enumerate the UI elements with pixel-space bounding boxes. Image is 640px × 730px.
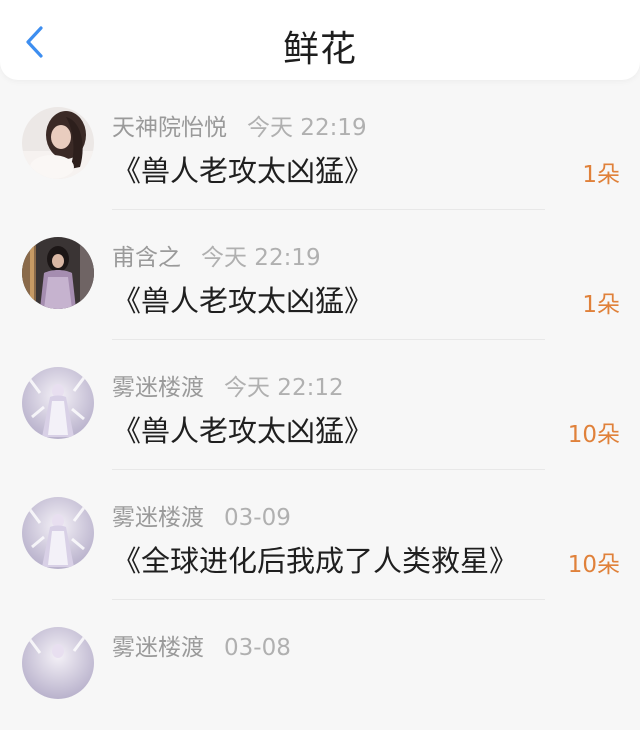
timestamp: 今天 22:19: [201, 245, 321, 271]
flower-count: 10朵: [567, 422, 620, 448]
book-title[interactable]: 《全球进化后我成了人类救星》: [112, 538, 518, 580]
book-title[interactable]: 《兽人老攻太凶猛》: [112, 278, 373, 320]
page-title: 鲜花: [282, 29, 357, 70]
flower-list: 天神院怡悦 今天 22:19 《兽人老攻太凶猛》 1朵 甫含之 今天 22:19 《…: [0, 80, 640, 730]
flower-count: 1朵: [582, 162, 620, 188]
timestamp: 03-08: [224, 635, 291, 661]
list-item[interactable]: 天神院怡悦 今天 22:19 《兽人老攻太凶猛》 1朵: [0, 80, 640, 210]
sender-name: 雾迷楼渡 03-08: [112, 628, 291, 662]
sender-name: 雾迷楼渡 今天 22:12: [112, 368, 344, 402]
list-item[interactable]: 雾迷楼渡 今天 22:12 《兽人老攻太凶猛》 10朵: [0, 340, 640, 470]
timestamp: 03-09: [224, 505, 291, 531]
sender-name: 雾迷楼渡 03-09: [112, 498, 291, 532]
list-item[interactable]: 雾迷楼渡 03-08: [0, 600, 640, 730]
sender-name-text: 甫含之: [112, 245, 181, 271]
book-title[interactable]: 《兽人老攻太凶猛》: [112, 148, 373, 190]
sender-name: 甫含之 今天 22:19: [112, 238, 321, 272]
avatar[interactable]: [22, 367, 94, 439]
avatar[interactable]: [22, 237, 94, 309]
sender-name-text: 雾迷楼渡: [112, 505, 204, 531]
flower-count: 1朵: [582, 292, 620, 318]
sender-name-text: 天神院怡悦: [112, 115, 227, 141]
sender-name: 天神院怡悦 今天 22:19: [112, 108, 367, 142]
timestamp: 今天 22:19: [247, 115, 367, 141]
top-bar: 鲜花: [0, 0, 640, 80]
sender-name-text: 雾迷楼渡: [112, 375, 204, 401]
avatar[interactable]: [22, 497, 94, 569]
avatar[interactable]: [22, 627, 94, 699]
list-item[interactable]: 甫含之 今天 22:19 《兽人老攻太凶猛》 1朵: [0, 210, 640, 340]
timestamp: 今天 22:12: [224, 375, 344, 401]
sender-name-text: 雾迷楼渡: [112, 635, 204, 661]
list-item[interactable]: 雾迷楼渡 03-09 《全球进化后我成了人类救星》 10朵: [0, 470, 640, 600]
flower-count: 10朵: [567, 552, 620, 578]
avatar[interactable]: [22, 107, 94, 179]
book-title[interactable]: 《兽人老攻太凶猛》: [112, 408, 373, 450]
